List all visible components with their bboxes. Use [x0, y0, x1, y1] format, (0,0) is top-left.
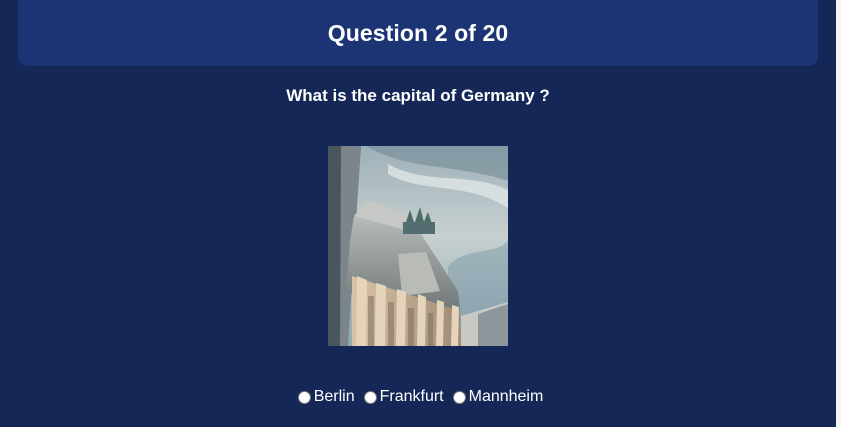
answer-option-berlin[interactable]: Berlin [293, 388, 355, 406]
window-edge [836, 0, 841, 427]
answer-label-mannheim: Mannheim [468, 388, 544, 405]
answer-options: Berlin Frankfurt Mannheim [0, 388, 836, 406]
question-counter: Question 2 of 20 [327, 19, 509, 46]
radio-berlin[interactable] [297, 390, 311, 404]
question-text: What is the capital of Germany ? [286, 86, 550, 105]
quiz-page: Question 2 of 20 What is the capital of … [0, 0, 836, 427]
answer-label-frankfurt: Frankfurt [379, 388, 444, 405]
question-header: Question 2 of 20 [18, 0, 818, 66]
answer-label-berlin: Berlin [313, 388, 355, 405]
radio-mannheim[interactable] [452, 390, 466, 404]
brandenburg-gate-photo [328, 146, 508, 346]
question-image [328, 146, 508, 346]
radio-frankfurt[interactable] [363, 390, 377, 404]
answer-option-frankfurt[interactable]: Frankfurt [359, 388, 444, 406]
answer-option-mannheim[interactable]: Mannheim [448, 388, 544, 406]
